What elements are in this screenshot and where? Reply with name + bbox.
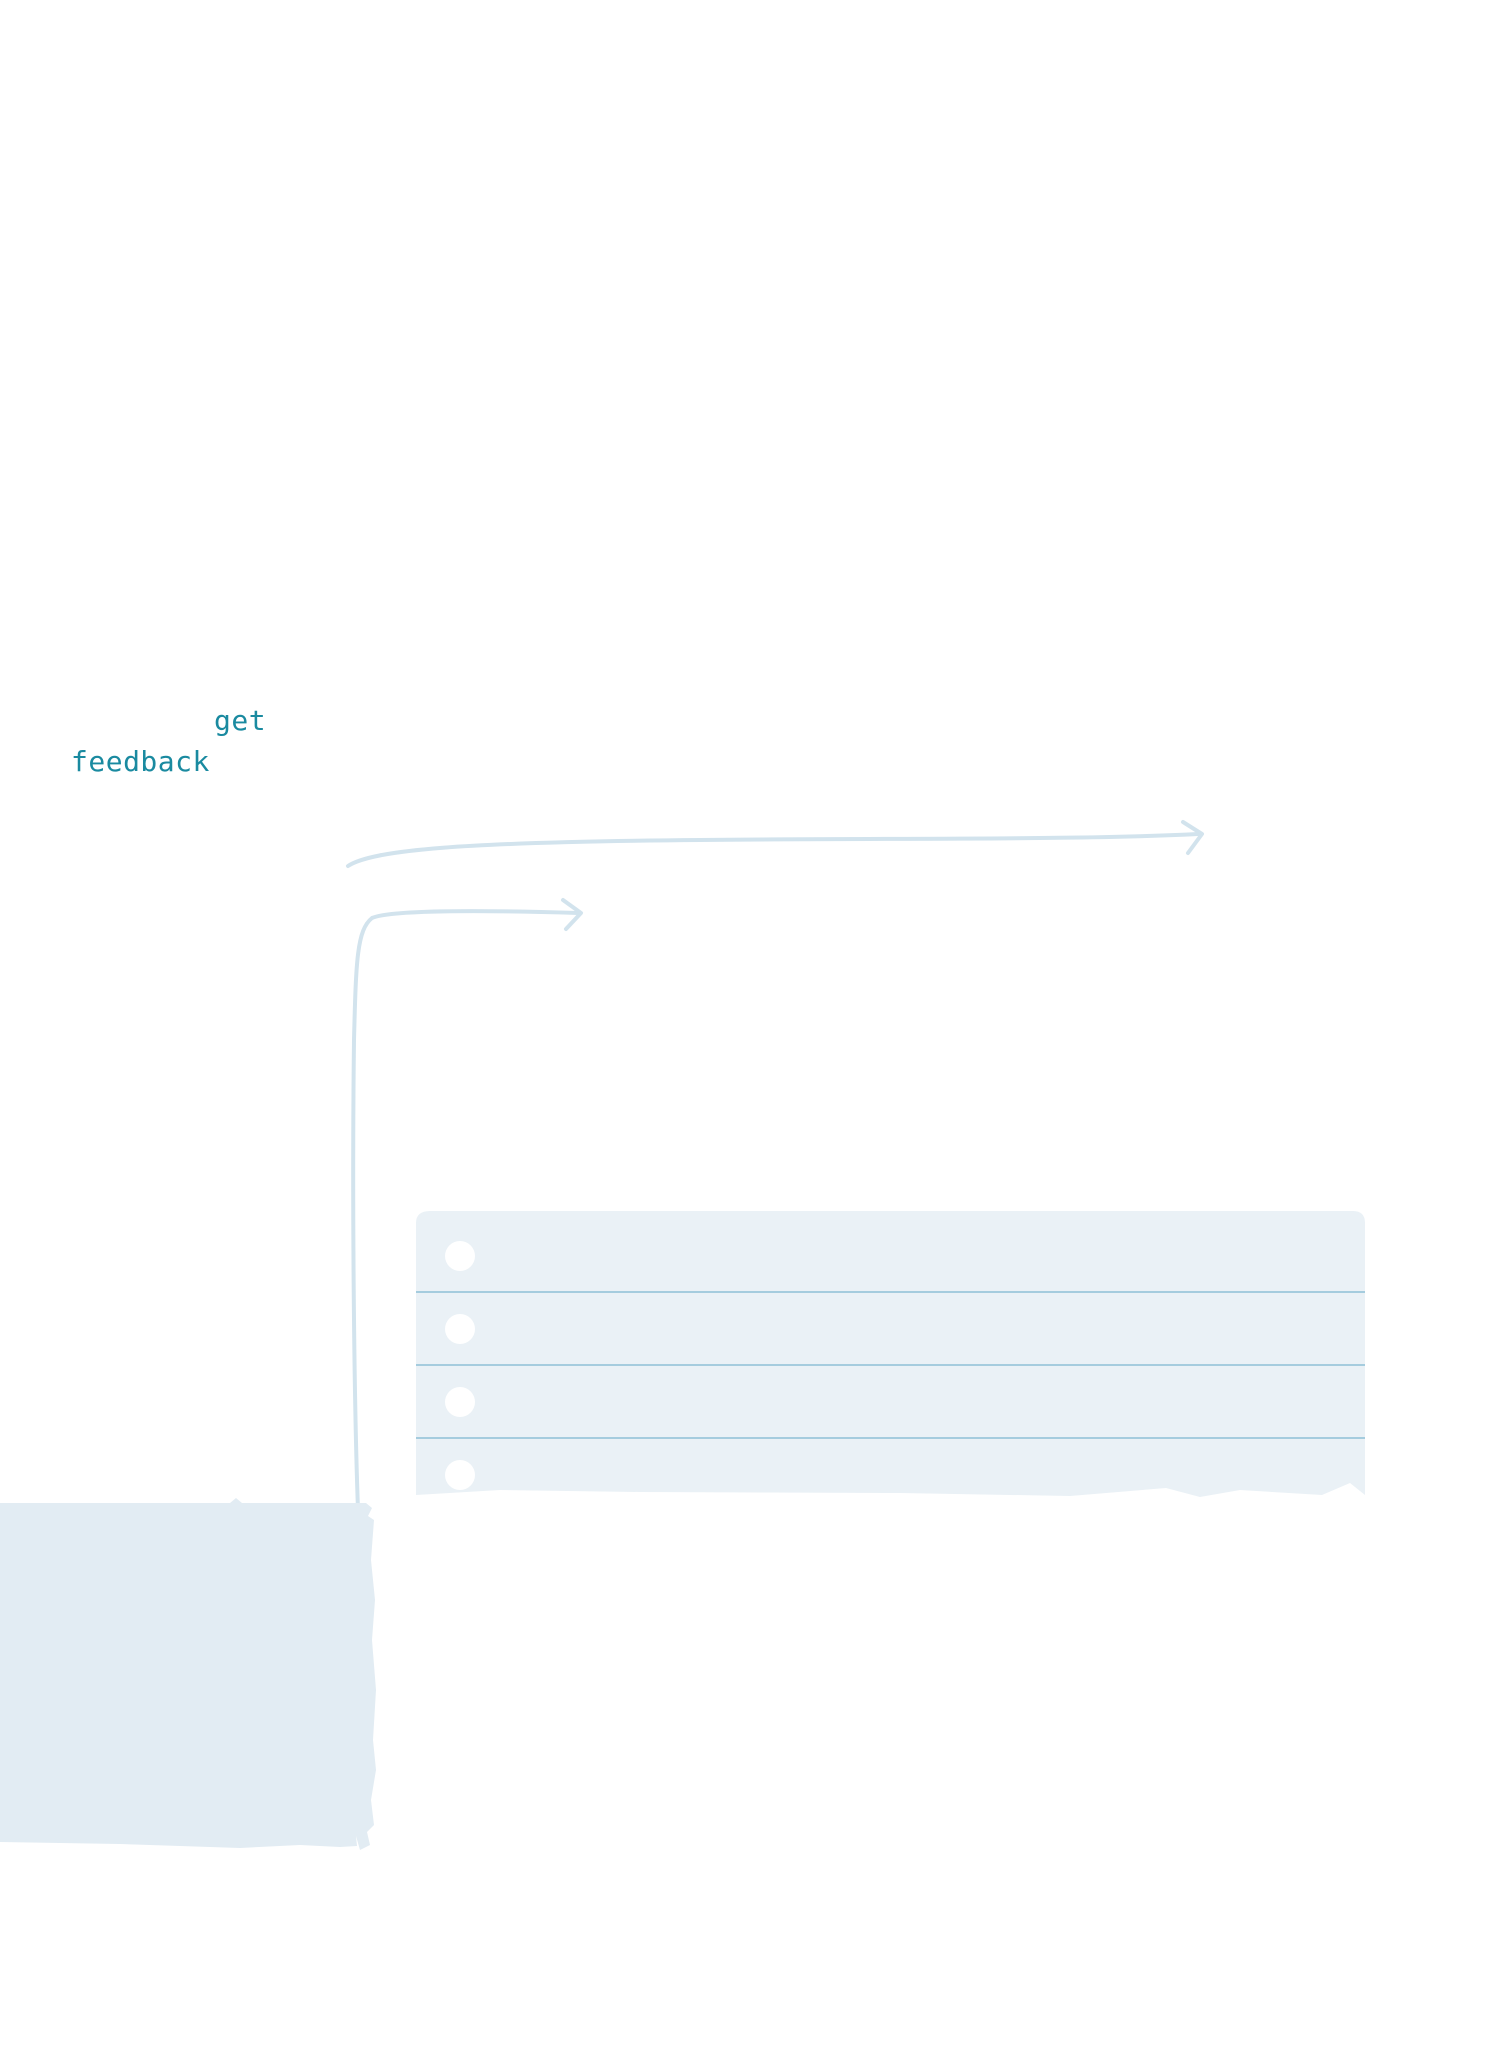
list-bullet-icon xyxy=(445,1314,475,1344)
long-arrow-shaft xyxy=(346,832,1200,868)
diagram-canvas xyxy=(0,820,1365,1850)
long-arrow-head-icon xyxy=(1181,820,1204,855)
torn-paper-panel xyxy=(0,1498,376,1850)
get-label: get xyxy=(214,704,267,737)
long-arrow xyxy=(346,820,1204,868)
list-card-background xyxy=(416,1211,1365,1497)
list-card xyxy=(416,1211,1365,1497)
list-bullet-icon xyxy=(445,1241,475,1271)
list-bullet-icon xyxy=(445,1460,475,1490)
feedback-label: feedback xyxy=(71,745,210,778)
list-bullet-icon xyxy=(445,1387,475,1417)
